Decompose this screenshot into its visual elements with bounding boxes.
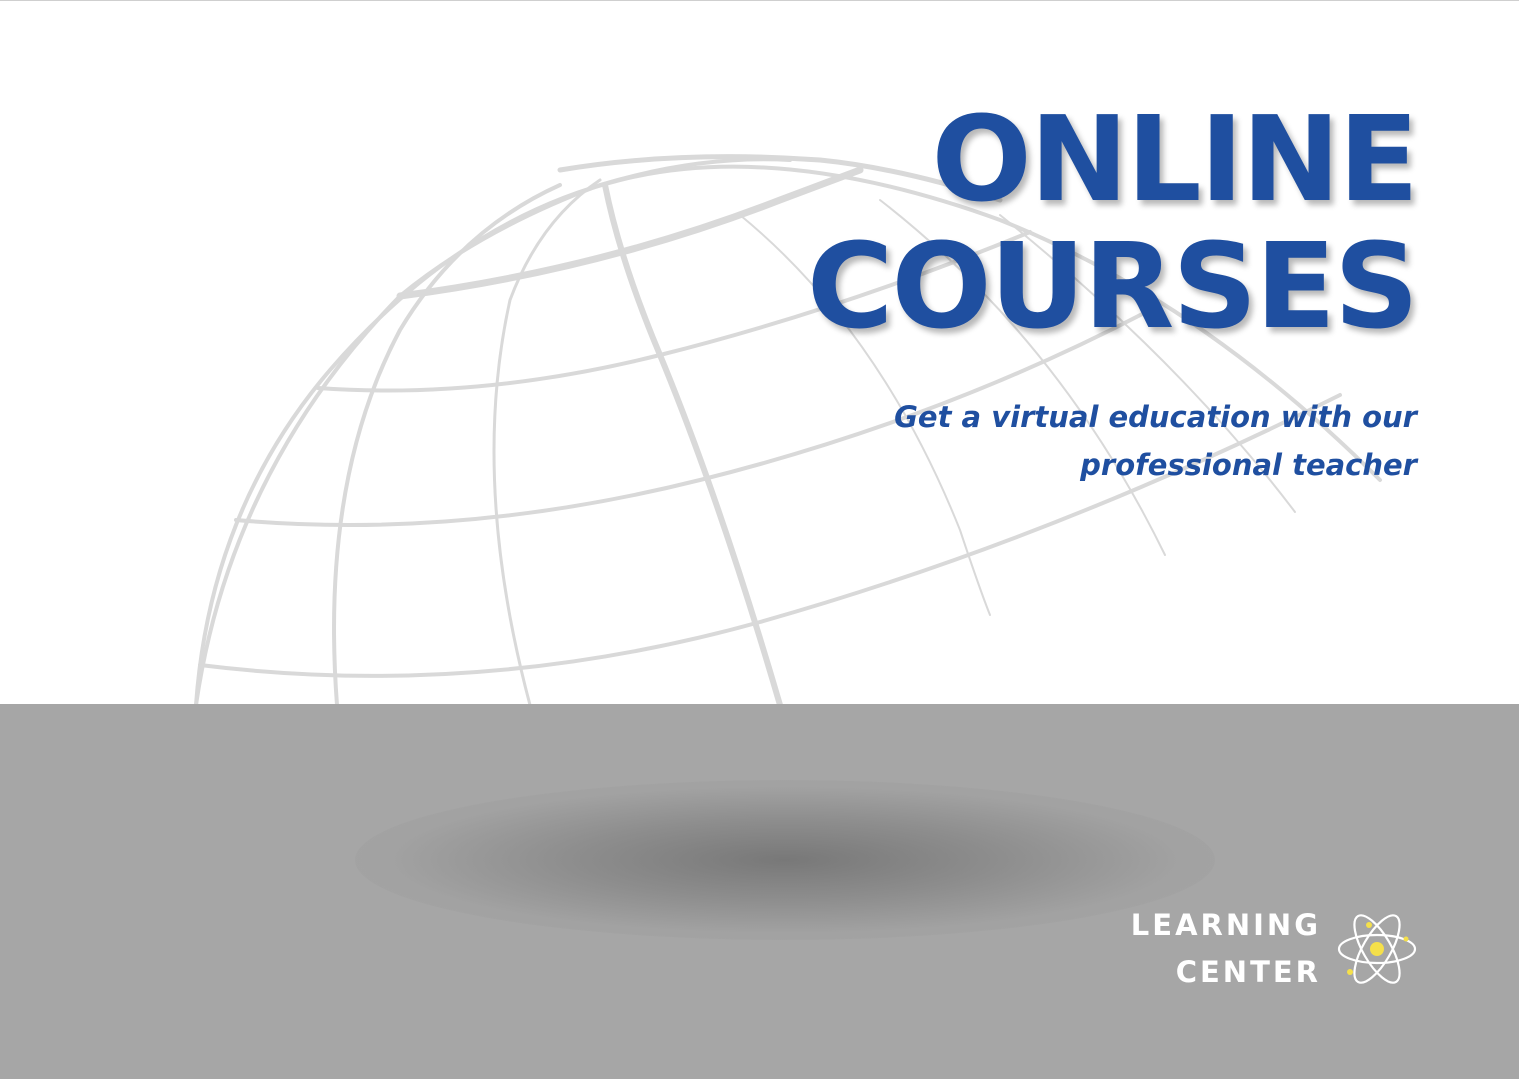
atom-icon: [1337, 914, 1417, 984]
brand-name-line-2: CENTER: [1175, 955, 1321, 989]
tagline-line-2: professional teacher: [1080, 448, 1417, 482]
headline-line-1: ONLINE: [931, 90, 1419, 228]
brand-name: LEARNING CENTER: [1131, 902, 1321, 996]
globe-shadow: [355, 780, 1215, 940]
poster: ONLINE COURSES Get a virtual education w…: [0, 0, 1519, 1079]
headline: ONLINE COURSES: [806, 90, 1419, 355]
tagline-line-1: Get a virtual education with our: [894, 400, 1417, 434]
headline-line-2: COURSES: [806, 217, 1419, 355]
tagline: Get a virtual education with our profess…: [797, 393, 1417, 489]
brand-logo: LEARNING CENTER: [1131, 902, 1419, 996]
brand-name-line-1: LEARNING: [1130, 908, 1321, 942]
